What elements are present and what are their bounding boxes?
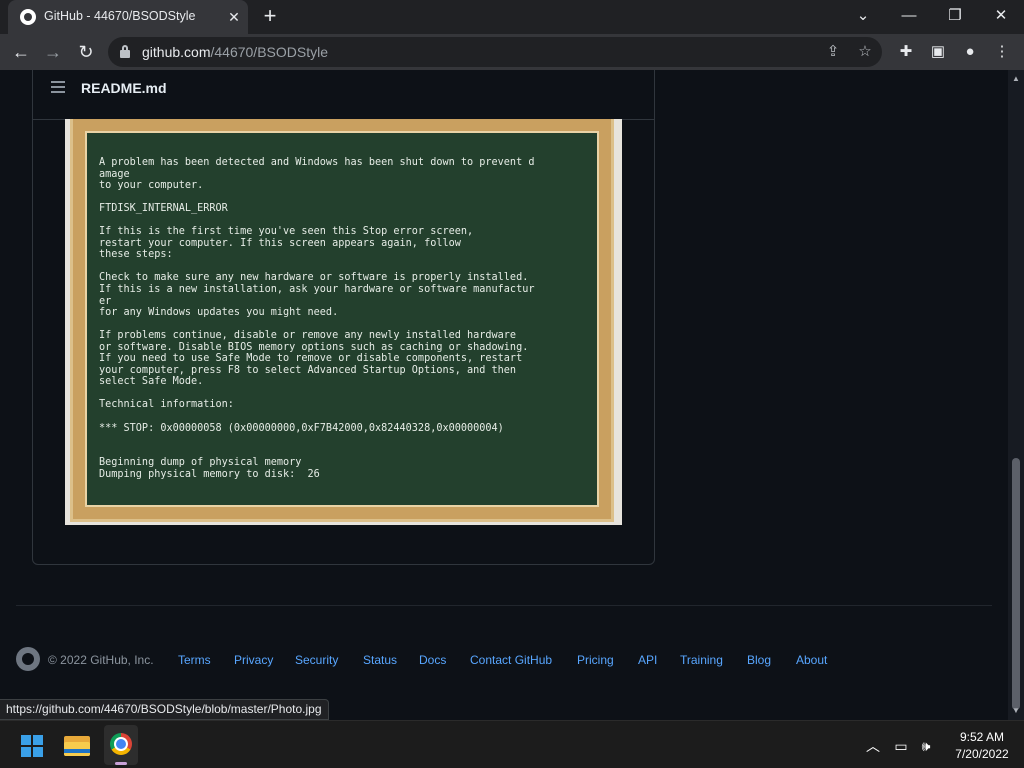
footer-link-contact[interactable]: Contact GitHub bbox=[470, 653, 552, 667]
taskbar-clock-date[interactable]: 7/20/2022 bbox=[945, 747, 1019, 761]
restore-button[interactable]: ❐ bbox=[932, 0, 978, 34]
profile-avatar-icon[interactable]: ● bbox=[960, 42, 980, 62]
readme-header: README.md bbox=[33, 70, 654, 120]
footer-link-api[interactable]: API bbox=[638, 653, 657, 667]
new-tab-button[interactable]: + bbox=[258, 5, 282, 29]
footer-link-blog[interactable]: Blog bbox=[747, 653, 771, 667]
extensions-puzzle-icon[interactable]: ✚ bbox=[896, 42, 916, 62]
tab-search-chevron-icon[interactable]: ⌄ bbox=[840, 0, 886, 34]
network-icon[interactable]: ▭ bbox=[892, 737, 910, 755]
url-text[interactable]: github.com/44670/BSODStyle bbox=[142, 44, 328, 60]
footer-divider bbox=[16, 605, 992, 606]
scroll-up-arrow-icon[interactable]: ▲ bbox=[1011, 74, 1021, 84]
back-arrow-icon[interactable]: ← bbox=[8, 39, 34, 65]
active-app-indicator bbox=[115, 762, 127, 765]
chrome-taskbar-button[interactable] bbox=[104, 725, 138, 765]
page-footer: © 2022 GitHub, Inc. Terms Privacy Securi… bbox=[16, 645, 916, 675]
footer-link-privacy[interactable]: Privacy bbox=[234, 653, 273, 667]
close-window-button[interactable]: ✕ bbox=[978, 0, 1024, 34]
bookmark-star-icon[interactable]: ☆ bbox=[856, 43, 874, 61]
menu-kebab-icon[interactable]: ⋮ bbox=[992, 42, 1012, 62]
footer-link-training[interactable]: Training bbox=[680, 653, 723, 667]
scroll-down-arrow-icon[interactable]: ▼ bbox=[1011, 706, 1021, 716]
bsod-chalkboard-photo[interactable]: A problem has been detected and Windows … bbox=[65, 119, 622, 525]
github-logo-icon[interactable] bbox=[16, 647, 40, 671]
taskbar-clock-time[interactable]: 9:52 AM bbox=[945, 730, 1019, 744]
minimize-button[interactable]: — bbox=[886, 0, 932, 34]
tab-close-icon[interactable]: ✕ bbox=[224, 7, 244, 27]
address-bar[interactable]: github.com/44670/BSODStyle ⇪ ☆ bbox=[108, 37, 882, 67]
tray-overflow-chevron-icon[interactable]: ︿ bbox=[864, 737, 882, 755]
browser-tab[interactable]: GitHub - 44670/BSODStyle ✕ bbox=[8, 0, 248, 34]
github-favicon-icon bbox=[20, 9, 36, 25]
chrome-icon bbox=[110, 733, 132, 755]
windows-taskbar: ︿ ▭ 🕪 9:52 AM 7/20/2022 bbox=[0, 720, 1024, 768]
footer-link-about[interactable]: About bbox=[796, 653, 827, 667]
url-host: github.com bbox=[142, 44, 211, 60]
link-status-bubble: https://github.com/44670/BSODStyle/blob/… bbox=[0, 699, 329, 720]
windows-start-icon[interactable] bbox=[21, 735, 43, 757]
share-icon[interactable]: ⇪ bbox=[824, 43, 842, 61]
lock-icon[interactable] bbox=[120, 45, 130, 58]
chalkboard-text: A problem has been detected and Windows … bbox=[99, 157, 535, 480]
forward-arrow-icon[interactable]: → bbox=[40, 39, 66, 65]
scrollbar-thumb[interactable] bbox=[1012, 458, 1020, 710]
footer-link-security[interactable]: Security bbox=[295, 653, 338, 667]
footer-link-terms[interactable]: Terms bbox=[178, 653, 211, 667]
footer-link-status[interactable]: Status bbox=[363, 653, 397, 667]
page-scrollbar[interactable]: ▲ ▼ bbox=[1008, 70, 1024, 720]
browser-toolbar: ← → ↻ github.com/44670/BSODStyle ⇪ ☆ ✚ ▣… bbox=[0, 34, 1024, 70]
footer-copyright: © 2022 GitHub, Inc. bbox=[48, 653, 154, 667]
tab-title: GitHub - 44670/BSODStyle bbox=[44, 9, 196, 23]
readme-title: README.md bbox=[81, 80, 167, 96]
reload-icon[interactable]: ↻ bbox=[73, 39, 99, 65]
side-panel-icon[interactable]: ▣ bbox=[928, 42, 948, 62]
volume-icon[interactable]: 🕪 bbox=[917, 737, 935, 755]
tab-strip: GitHub - 44670/BSODStyle ✕ + ⌄ — ❐ ✕ bbox=[0, 0, 1024, 34]
list-outline-icon[interactable] bbox=[51, 81, 65, 93]
url-path: /44670/BSODStyle bbox=[210, 44, 328, 60]
footer-link-pricing[interactable]: Pricing bbox=[577, 653, 614, 667]
github-page: README.md A problem has been detected an… bbox=[0, 70, 1008, 720]
file-explorer-icon[interactable] bbox=[64, 734, 90, 756]
footer-link-docs[interactable]: Docs bbox=[419, 653, 446, 667]
